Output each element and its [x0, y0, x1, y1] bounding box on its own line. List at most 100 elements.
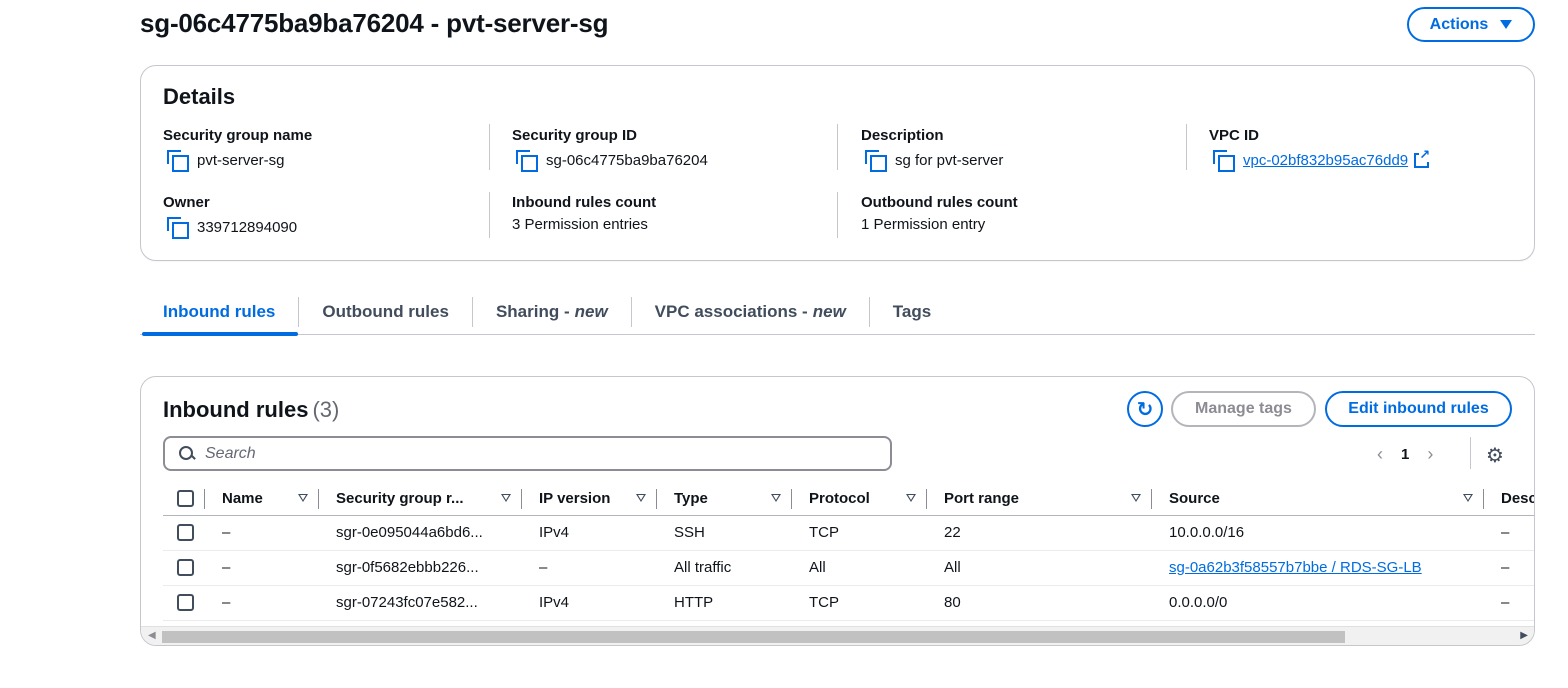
search-field[interactable] [163, 436, 892, 471]
row-select-cell [163, 585, 204, 621]
table-header-row: Name Security group r... IP version Type… [163, 482, 1535, 516]
divider [489, 192, 490, 238]
sort-icon[interactable] [298, 494, 308, 503]
vpc-id-link[interactable]: vpc-02bf832b95ac76dd9 [1243, 152, 1408, 169]
search-icon [179, 445, 195, 462]
row-checkbox[interactable] [177, 559, 194, 577]
cell-rule-id: sgr-0f5682ebbb226... [336, 559, 479, 576]
actions-button[interactable]: Actions [1407, 7, 1535, 42]
source-security-group-link[interactable]: sg-0a62b3f58557b7bbe / RDS-SG-LB [1169, 559, 1422, 576]
cell-type: All traffic [674, 559, 732, 576]
sort-icon[interactable] [636, 494, 646, 503]
cell-ip-version: IPv4 [539, 594, 570, 611]
field-label: Security group ID [512, 127, 638, 144]
col-label: Desc [1501, 489, 1535, 507]
details-panel: Details Security group name pvt-server-s… [140, 65, 1535, 261]
col-label: Protocol [809, 489, 870, 507]
field-value: 3 Permission entries [512, 216, 648, 233]
external-link-icon[interactable] [1414, 147, 1431, 168]
copy-icon[interactable] [167, 217, 189, 239]
field-outbound-count: Outbound rules count 1 Permission entry [861, 194, 1018, 233]
cell-source: 10.0.0.0/16 [1169, 524, 1245, 541]
col-type[interactable]: Type [656, 482, 791, 516]
horizontal-scrollbar[interactable]: ◀ ▶ [141, 626, 1534, 645]
tab-sharing[interactable]: Sharing - new [473, 290, 631, 334]
chevron-right-icon[interactable]: › [1427, 444, 1433, 465]
col-description[interactable]: Desc [1483, 482, 1535, 516]
sort-icon[interactable] [906, 494, 916, 503]
copy-icon[interactable] [865, 150, 887, 172]
field-inbound-count: Inbound rules count 3 Permission entries [512, 194, 656, 233]
details-title: Details [163, 84, 236, 109]
scrollbar-thumb[interactable] [162, 631, 1345, 643]
rules-title: Inbound rules (3) [163, 397, 339, 423]
gear-icon[interactable]: ⚙ [1486, 443, 1504, 468]
col-ip-version[interactable]: IP version [521, 482, 656, 516]
table-row[interactable]: – sgr-0f5682ebbb226... – All traffic All… [163, 550, 1534, 586]
inbound-rules-panel: Inbound rules (3) ↻ Manage tags Edit inbo… [140, 376, 1535, 646]
edit-inbound-rules-button[interactable]: Edit inbound rules [1325, 391, 1512, 427]
refresh-icon: ↻ [1136, 398, 1154, 421]
row-checkbox[interactable] [177, 594, 194, 612]
cell-protocol: All [809, 559, 826, 576]
divider [837, 124, 838, 170]
col-label: Port range [944, 489, 1020, 507]
copy-icon[interactable] [516, 150, 538, 172]
field-sg-id: Security group ID sg-06c4775ba9ba76204 [512, 127, 708, 172]
cell-type: HTTP [674, 594, 714, 611]
col-protocol[interactable]: Protocol [791, 482, 926, 516]
sort-icon[interactable] [501, 494, 511, 503]
col-divider [1483, 489, 1484, 509]
divider [489, 124, 490, 170]
field-value: sg-06c4775ba9ba76204 [546, 151, 708, 169]
tab-outbound-rules[interactable]: Outbound rules [299, 290, 472, 334]
cell-description: – [1501, 559, 1510, 576]
col-name[interactable]: Name [204, 482, 318, 516]
rules-count: (3) [312, 397, 340, 422]
select-all-cell [163, 482, 204, 516]
col-divider [204, 489, 205, 509]
cell-name: – [222, 559, 231, 576]
col-label: Source [1169, 489, 1220, 507]
tab-bar: Inbound rules Outbound rules Sharing - n… [140, 290, 1535, 336]
sort-icon[interactable] [1463, 494, 1473, 503]
sort-icon[interactable] [1131, 494, 1141, 503]
tab-inbound-rules[interactable]: Inbound rules [140, 290, 299, 336]
table-row[interactable]: – sgr-0e095044a6bd6... IPv4 SSH TCP 22 1… [163, 515, 1534, 551]
col-security-group-rule-id[interactable]: Security group r... [318, 482, 521, 516]
tab-label: VPC associations - [654, 302, 808, 321]
refresh-button[interactable]: ↻ [1127, 391, 1163, 427]
field-value: pvt-server-sg [197, 151, 285, 169]
field-value: 1 Permission entry [861, 216, 986, 233]
col-label: IP version [539, 489, 611, 507]
cell-name: – [222, 524, 231, 541]
cell-description: – [1501, 594, 1510, 611]
col-source[interactable]: Source [1151, 482, 1483, 516]
divider [1186, 124, 1187, 170]
chevron-left-icon[interactable]: ‹ [1377, 444, 1383, 465]
tab-vpc-associations[interactable]: VPC associations - new [632, 290, 869, 334]
cell-protocol: TCP [809, 524, 839, 541]
page-number[interactable]: 1 [1401, 446, 1409, 463]
manage-tags-button[interactable]: Manage tags [1171, 391, 1316, 427]
cell-description: – [1501, 524, 1510, 541]
scroll-right-icon[interactable]: ▶ [1520, 630, 1528, 641]
sort-icon[interactable] [771, 494, 781, 503]
field-label: Inbound rules count [512, 194, 657, 211]
table-row[interactable]: – sgr-07243fc07e582... IPv4 HTTP TCP 80 … [163, 585, 1534, 621]
rules-table: Name Security group r... IP version Type… [163, 482, 1535, 621]
field-sg-name: Security group name pvt-server-sg [163, 127, 313, 172]
field-label: Security group name [163, 127, 313, 144]
tab-tags[interactable]: Tags [870, 290, 954, 334]
col-port-range[interactable]: Port range [926, 482, 1151, 516]
tab-new-badge: new [812, 302, 846, 321]
field-label: Owner [163, 194, 210, 211]
tab-label: Outbound rules [322, 302, 449, 321]
copy-icon[interactable] [1213, 150, 1235, 172]
select-all-checkbox[interactable] [177, 490, 194, 508]
scroll-left-icon[interactable]: ◀ [148, 630, 156, 641]
copy-icon[interactable] [167, 150, 189, 172]
search-input[interactable] [205, 444, 885, 463]
cell-rule-id: sgr-07243fc07e582... [336, 594, 478, 611]
row-checkbox[interactable] [177, 524, 194, 542]
